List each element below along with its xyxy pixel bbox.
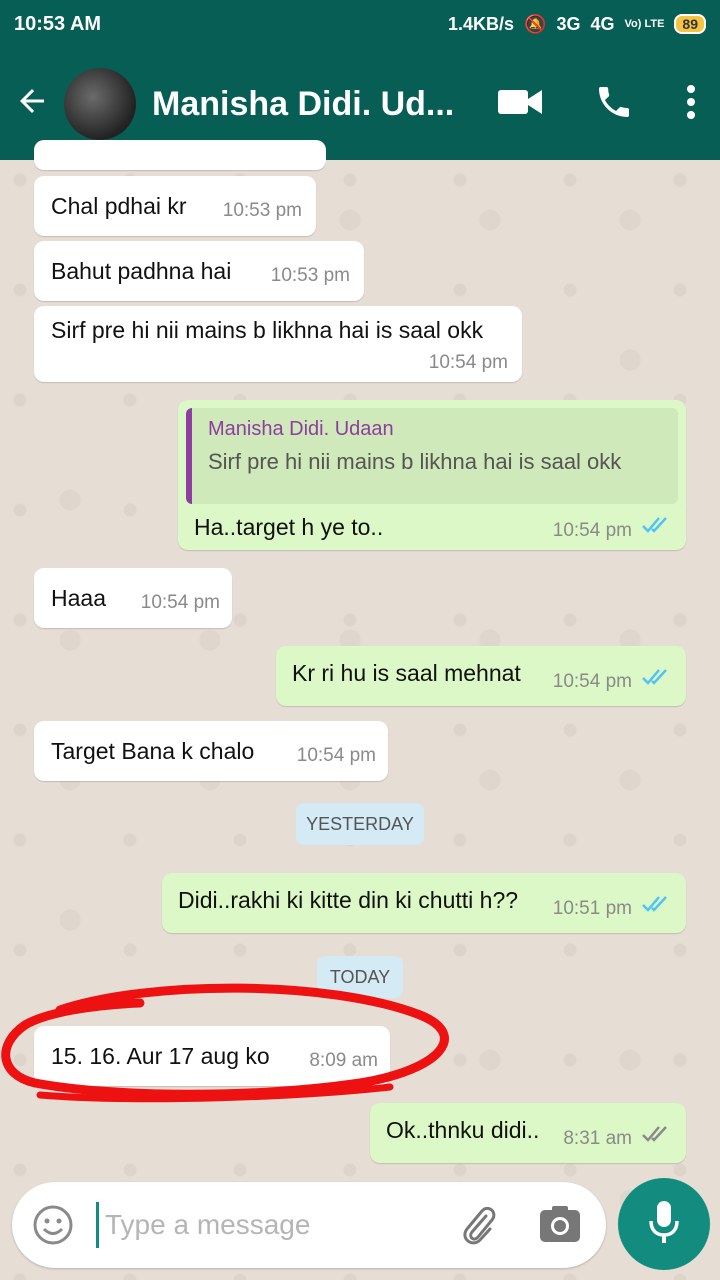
message-time: 10:54 pm [428, 352, 508, 373]
message-text: Kr ri hu is saal mehnat [292, 660, 521, 686]
more-options-icon[interactable] [686, 84, 696, 125]
status-icons: 1.4KB/s 🔕 3G 4G Vo) LTE 89 [448, 14, 706, 35]
read-ticks-icon [642, 665, 672, 692]
date-divider-yesterday: YESTERDAY [296, 803, 424, 845]
status-bar: 10:53 AM 1.4KB/s 🔕 3G 4G Vo) LTE 89 [0, 0, 720, 48]
message-text: Bahut padhna hai [51, 258, 232, 284]
camera-icon[interactable] [538, 1204, 582, 1249]
message-text: Chal pdhai kr [51, 193, 187, 219]
contact-name[interactable]: Manisha Didi. Ud... [152, 85, 498, 124]
message-time: 10:54 pm [140, 592, 220, 613]
message-text: Target Bana k chalo [51, 738, 255, 764]
red-circle-annotation [1, 983, 449, 1103]
message-input[interactable] [96, 1202, 447, 1248]
message-text: Sirf pre hi nii mains b likhna hai is sa… [51, 317, 484, 343]
message-text: Haaa [51, 585, 106, 611]
message-time: 10:53 pm [222, 200, 302, 221]
contact-avatar[interactable] [64, 68, 136, 140]
message-list[interactable]: Chal pdhai kr 10:53 pm Bahut padhna hai … [0, 140, 720, 1170]
read-ticks-icon [642, 513, 672, 540]
message-text: Didi..rakhi ki kitte din ki chutti h?? [178, 887, 519, 913]
back-arrow-icon[interactable] [14, 83, 58, 126]
delivered-ticks-icon [642, 1122, 672, 1149]
battery-icon: 89 [674, 14, 706, 34]
incoming-message[interactable]: Target Bana k chalo 10:54 pm [34, 721, 388, 781]
outgoing-message[interactable]: Kr ri hu is saal mehnat 10:54 pm [276, 646, 686, 706]
quoted-sender: Manisha Didi. Udaan [208, 418, 394, 440]
status-time: 10:53 AM [14, 12, 102, 35]
signal-3g: 3G [556, 13, 581, 34]
mic-button[interactable] [618, 1178, 710, 1270]
message-time: 10:54 pm [552, 520, 632, 541]
incoming-message[interactable]: Chal pdhai kr 10:53 pm [34, 176, 316, 236]
microphone-icon [647, 1199, 681, 1250]
message-time: 10:54 pm [552, 671, 632, 692]
outgoing-message[interactable]: Didi..rakhi ki kitte din ki chutti h?? 1… [162, 873, 686, 933]
message-bubble-partial[interactable] [34, 140, 326, 170]
message-time: 8:31 am [563, 1128, 632, 1149]
attach-icon[interactable] [458, 1202, 498, 1251]
message-text: Ha..target h ye to.. [194, 514, 384, 540]
mute-icon: 🔕 [524, 13, 547, 34]
voice-call-icon[interactable] [594, 82, 634, 127]
message-composer [12, 1182, 606, 1268]
incoming-message[interactable]: Sirf pre hi nii mains b likhna hai is sa… [34, 306, 522, 382]
emoji-icon[interactable] [32, 1204, 74, 1251]
video-call-icon[interactable] [498, 87, 542, 122]
volte-indicator: Vo) LTE [624, 18, 665, 30]
message-time: 10:53 pm [270, 265, 350, 286]
message-time: 10:54 pm [296, 745, 376, 766]
message-time: 10:51 pm [552, 898, 632, 919]
read-ticks-icon [642, 892, 672, 919]
network-speed: 1.4KB/s [448, 13, 515, 34]
outgoing-message[interactable]: Ok..thnku didi.. 8:31 am [370, 1103, 686, 1163]
incoming-message[interactable]: Bahut padhna hai 10:53 pm [34, 241, 364, 301]
message-text: Ok..thnku didi.. [386, 1117, 540, 1143]
quoted-message[interactable]: Manisha Didi. Udaan Sirf pre hi nii main… [186, 408, 678, 504]
outgoing-reply-message[interactable]: Manisha Didi. Udaan Sirf pre hi nii main… [178, 400, 686, 550]
incoming-message[interactable]: Haaa 10:54 pm [34, 568, 232, 628]
quoted-text: Sirf pre hi nii mains b likhna hai is sa… [208, 449, 622, 474]
signal-4g: 4G [590, 13, 615, 34]
